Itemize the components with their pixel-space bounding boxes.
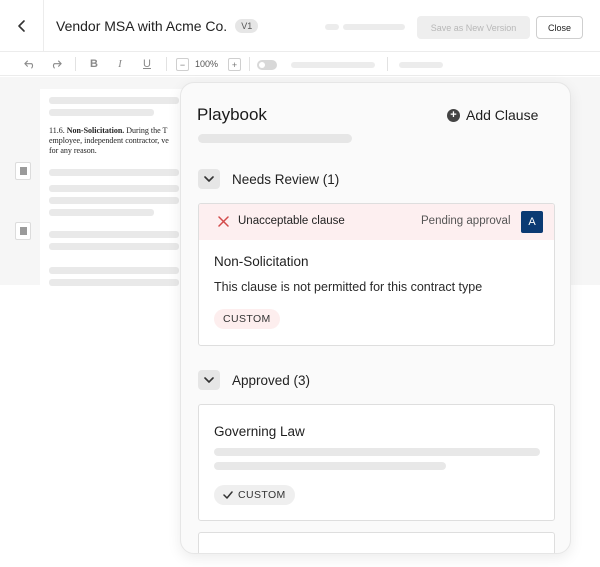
text-placeholder — [49, 197, 179, 204]
toolbar-divider — [166, 57, 167, 71]
header-placeholder — [325, 24, 339, 30]
toolbar-placeholder — [399, 62, 443, 68]
editor-toolbar: B I U − 100% + — [0, 52, 600, 76]
clause-card-non-solicitation[interactable]: Unacceptable clause Pending approval A N… — [198, 203, 555, 346]
document-icon — [19, 167, 27, 175]
text-placeholder — [49, 267, 179, 274]
chevron-down-icon — [198, 370, 220, 390]
clause-description: This clause is not permitted for this co… — [214, 280, 483, 294]
redo-icon — [52, 60, 62, 68]
clause-name: Governing Law — [214, 424, 305, 439]
text-placeholder — [49, 97, 179, 104]
playbook-panel: Playbook + Add Clause Needs Review (1) U… — [180, 82, 571, 554]
comment-marker[interactable] — [15, 162, 31, 180]
chevron-down-icon — [198, 169, 220, 189]
document-icon — [19, 227, 27, 235]
check-icon — [223, 491, 233, 499]
text-placeholder — [49, 209, 154, 216]
close-button[interactable]: Close — [536, 16, 583, 39]
clause-alert-bar: Unacceptable clause Pending approval A — [199, 204, 554, 240]
contract-editor-app: Vendor MSA with Acme Co. V1 Save as New … — [0, 0, 600, 567]
approved-section-toggle[interactable]: Approved (3) — [198, 370, 310, 390]
toolbar-divider — [249, 57, 250, 71]
clause-card-governing-law[interactable]: Governing Law CUSTOM — [198, 404, 555, 521]
needs-review-section-toggle[interactable]: Needs Review (1) — [198, 169, 339, 189]
chevron-left-icon — [17, 19, 25, 32]
clause-card[interactable] — [198, 532, 555, 553]
comment-marker[interactable] — [15, 222, 31, 240]
alert-text: Unacceptable clause — [238, 215, 345, 227]
underline-button[interactable]: U — [139, 56, 155, 72]
undo-icon — [24, 60, 34, 68]
text-placeholder — [49, 279, 179, 286]
toolbar-divider — [387, 57, 388, 71]
redo-button[interactable] — [48, 56, 64, 72]
text-placeholder — [214, 462, 446, 470]
add-clause-label: Add Clause — [466, 107, 539, 123]
text-placeholder — [49, 109, 154, 116]
section-label: Approved (3) — [232, 372, 311, 388]
toolbar-divider — [75, 57, 76, 71]
close-icon — [218, 216, 229, 227]
back-button[interactable] — [0, 0, 44, 52]
custom-tag: CUSTOM — [214, 309, 280, 329]
text-placeholder — [49, 169, 179, 176]
section-label: Needs Review (1) — [232, 171, 340, 187]
zoom-out-button[interactable]: − — [176, 58, 189, 71]
save-as-new-version-button[interactable]: Save as New Version — [417, 16, 530, 39]
document-title: Vendor MSA with Acme Co. — [56, 17, 228, 34]
panel-title: Playbook — [197, 105, 267, 124]
bold-button[interactable]: B — [86, 56, 102, 72]
text-placeholder — [49, 243, 179, 250]
text-placeholder — [214, 448, 540, 456]
zoom-in-button[interactable]: + — [228, 58, 241, 71]
clause-name: Non-Solicitation — [214, 254, 309, 269]
italic-button[interactable]: I — [112, 56, 128, 72]
plus-circle-icon: + — [447, 108, 460, 122]
avatar[interactable]: A — [521, 211, 543, 233]
toolbar-placeholder — [291, 62, 375, 68]
version-badge: V1 — [235, 18, 259, 33]
header-bar: Vendor MSA with Acme Co. V1 Save as New … — [0, 0, 600, 52]
add-clause-button[interactable]: + Add Clause — [447, 107, 538, 123]
header-placeholder — [343, 24, 405, 30]
undo-button[interactable] — [22, 56, 38, 72]
status-text: Pending approval — [421, 215, 511, 227]
text-placeholder — [49, 231, 179, 238]
custom-tag: CUSTOM — [214, 485, 295, 505]
text-placeholder — [49, 185, 179, 192]
view-toggle[interactable] — [257, 60, 277, 70]
subtitle-placeholder — [198, 134, 352, 143]
zoom-level: 100% — [195, 59, 219, 69]
